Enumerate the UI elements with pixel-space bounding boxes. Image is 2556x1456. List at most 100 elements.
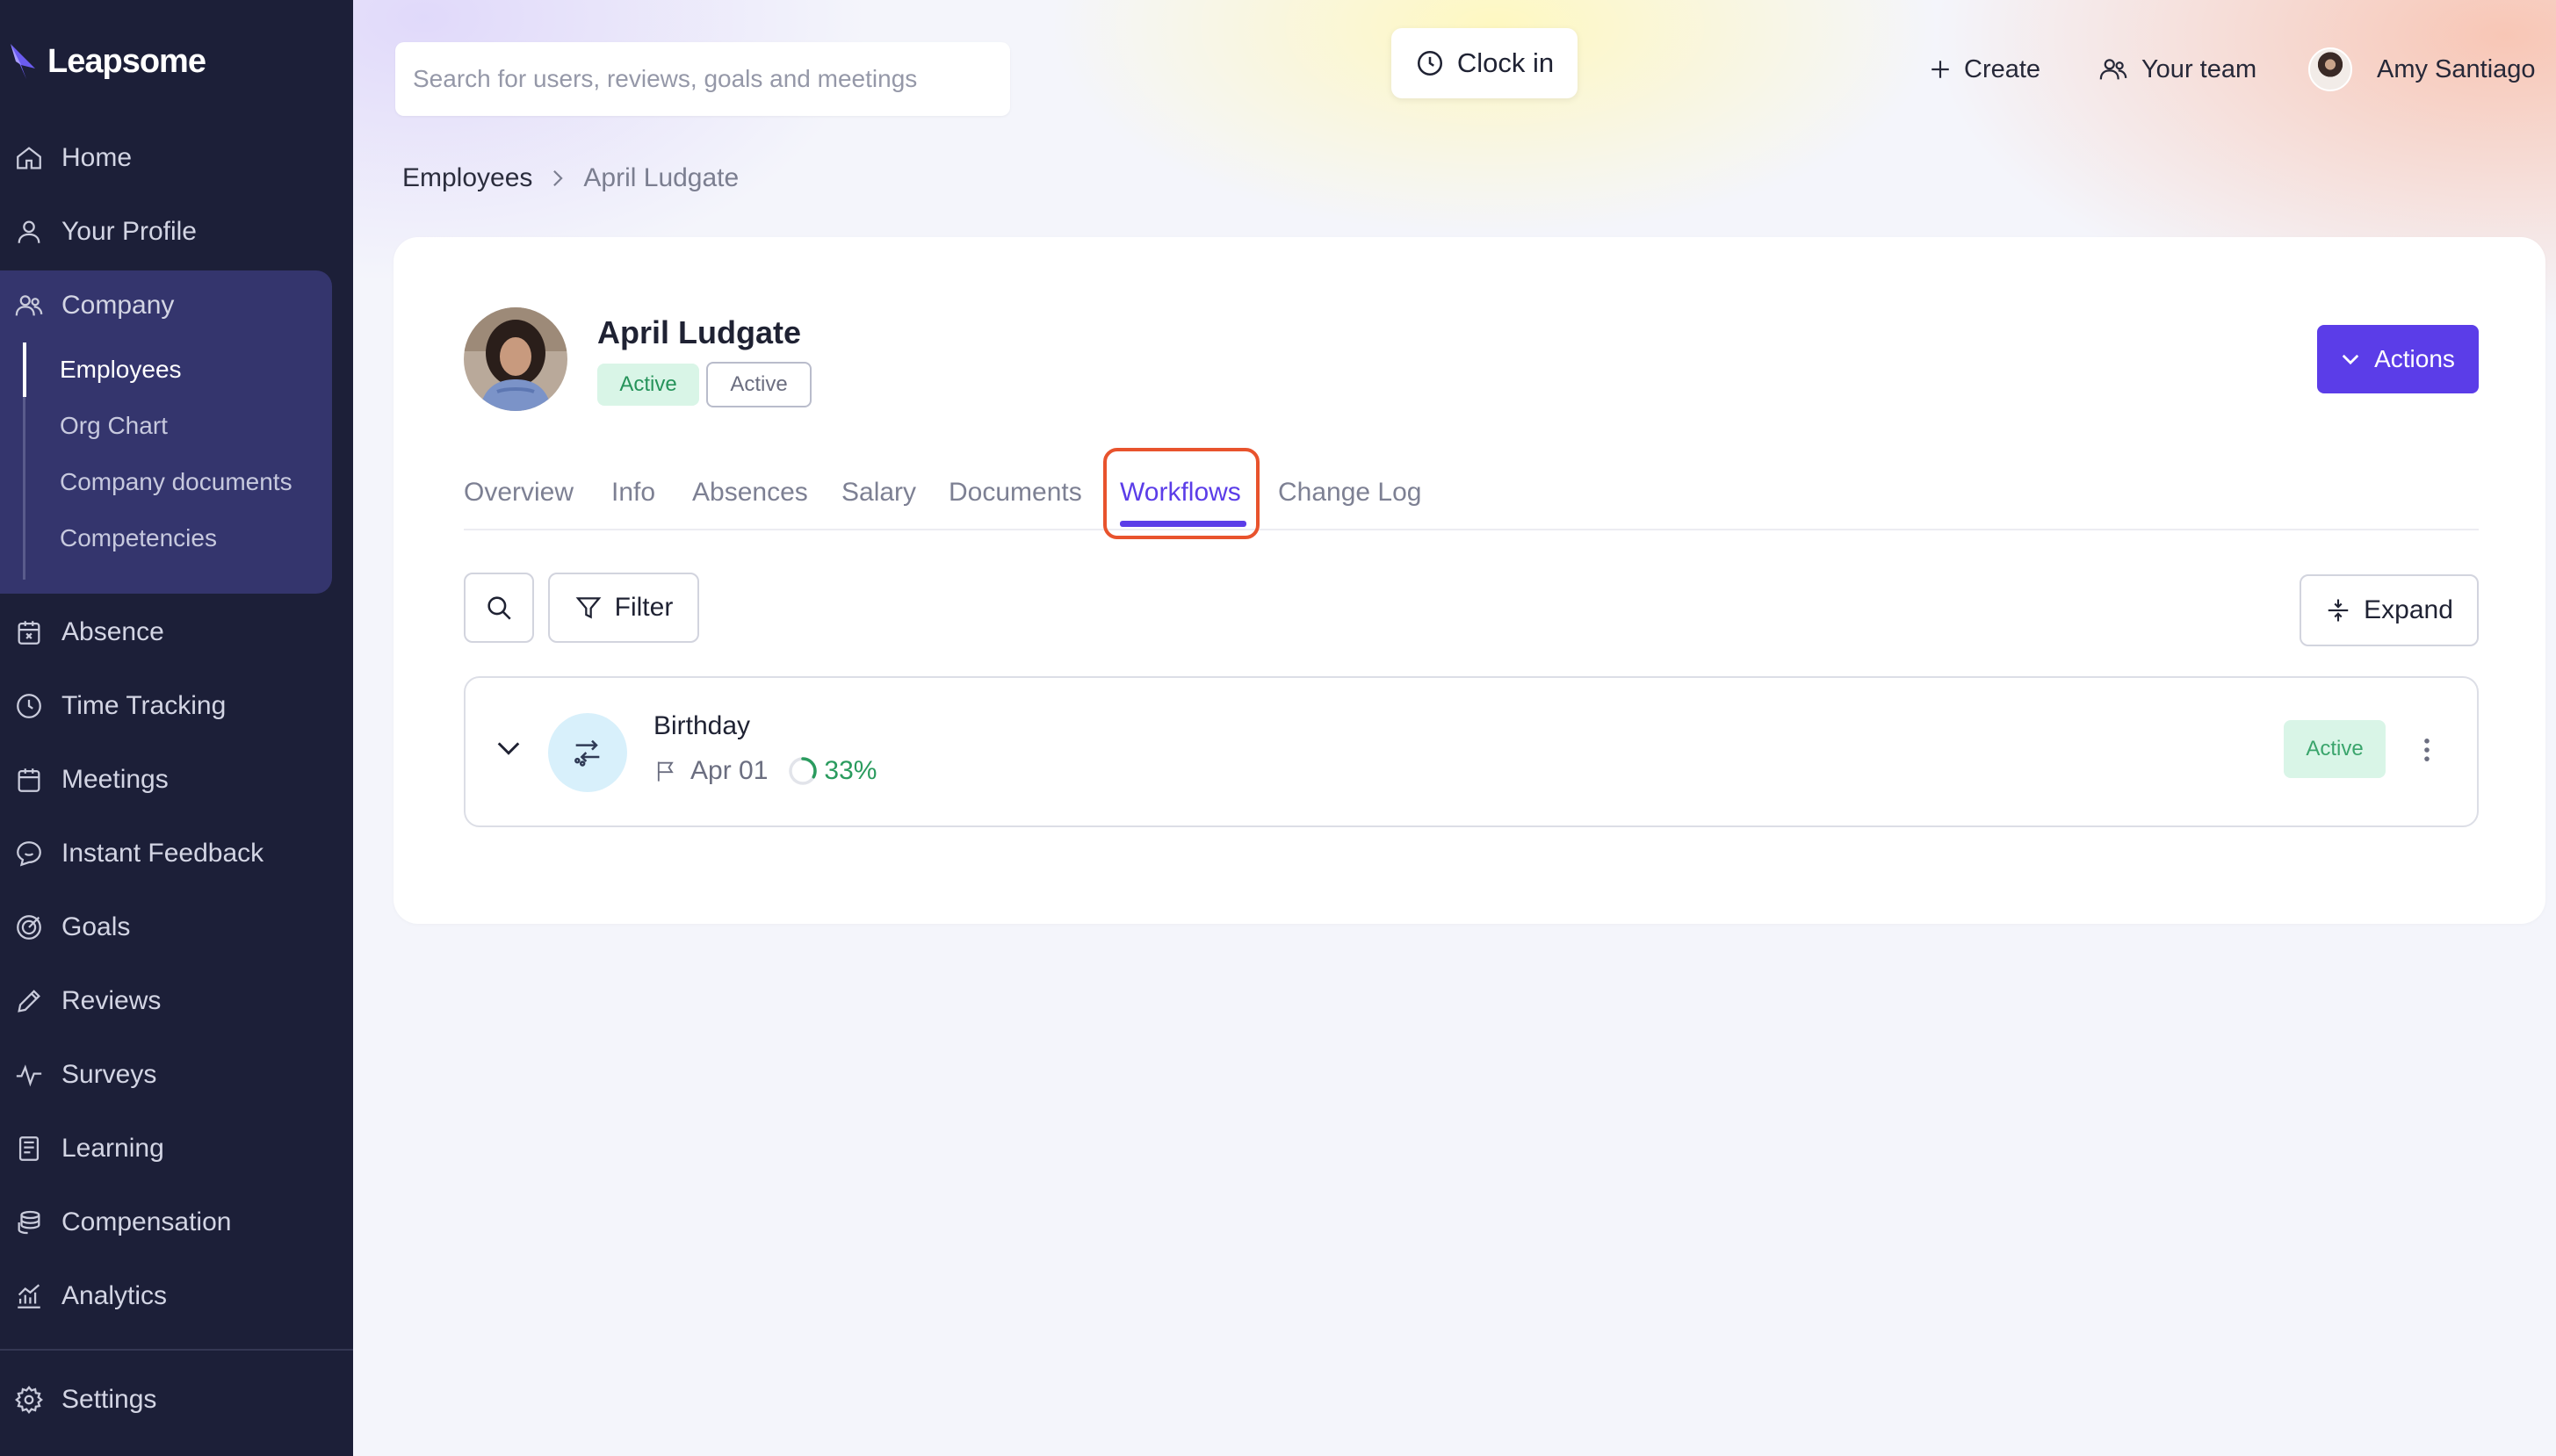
- breadcrumb: Employees April Ludgate: [402, 163, 739, 193]
- sidebar-item-label: Compensation: [61, 1207, 232, 1236]
- sidebar-subitem-employees[interactable]: Employees: [60, 342, 182, 397]
- leapsome-logo[interactable]: Leapsome: [9, 42, 206, 81]
- chevron-right-icon: [553, 169, 564, 187]
- analytics-icon: [18, 1284, 40, 1308]
- sidebar-item-surveys[interactable]: Surveys: [0, 1044, 334, 1106]
- tab-salary[interactable]: Salary: [841, 457, 916, 529]
- tab-info[interactable]: Info: [611, 457, 655, 529]
- sidebar-item-company[interactable]: Company: [0, 275, 334, 336]
- sidebar-item-goals[interactable]: Goals: [0, 897, 334, 958]
- clock-in-label: Clock in: [1456, 47, 1555, 78]
- sidebar-divider: [0, 1349, 353, 1351]
- your-team-button[interactable]: Your team: [2098, 47, 2256, 91]
- home-icon: [17, 147, 41, 169]
- sidebar-item-time-tracking[interactable]: Time Tracking: [0, 675, 334, 737]
- clock-in-button[interactable]: Clock in: [1391, 28, 1578, 98]
- flag-icon: [657, 761, 674, 782]
- sidebar-item-instant-feedback[interactable]: Instant Feedback: [0, 823, 334, 884]
- search-input[interactable]: [395, 42, 1010, 116]
- expand-button[interactable]: Expand: [2300, 574, 2479, 646]
- tab-absences[interactable]: Absences: [692, 457, 808, 529]
- breadcrumb-employees[interactable]: Employees: [402, 163, 532, 193]
- actions-label: Actions: [2374, 345, 2455, 372]
- logo-text: Leapsome: [47, 42, 206, 80]
- filter-label: Filter: [614, 593, 674, 622]
- users-icon: [15, 295, 43, 316]
- profile-name: April Ludgate: [597, 314, 801, 350]
- leapsome-logo-icon: [11, 44, 35, 79]
- workflow-icon: [548, 713, 627, 792]
- chevron-down-icon: [2342, 354, 2359, 365]
- sidebar-item-label: Settings: [61, 1385, 157, 1414]
- progress-ring: [789, 757, 818, 785]
- tab-change-log[interactable]: Change Log: [1278, 457, 1421, 529]
- avatar: [2308, 47, 2352, 91]
- sidebar-subitem-org-chart[interactable]: Org Chart: [60, 399, 168, 453]
- clock-icon: [1417, 50, 1442, 76]
- workflows-tab-highlight: [1103, 448, 1260, 539]
- more-options-button[interactable]: [2414, 731, 2440, 769]
- filter-button[interactable]: Filter: [548, 573, 699, 643]
- pencil-icon: [18, 990, 40, 1013]
- search-button[interactable]: [464, 573, 534, 643]
- create-label: Create: [1964, 54, 2041, 83]
- sidebar-item-label: Home: [61, 143, 133, 172]
- sidebar-subitem-company-documents[interactable]: Company documents: [60, 455, 292, 509]
- chevron-down-icon[interactable]: [495, 739, 522, 757]
- chat-smile-icon: [17, 841, 41, 867]
- profile-tabs: Overview Info Absences Salary Documents …: [464, 457, 2479, 530]
- sidebar-item-meetings[interactable]: Meetings: [0, 749, 334, 811]
- sidebar-item-compensation[interactable]: Compensation: [0, 1192, 334, 1253]
- user-name: Amy Santiago: [2377, 54, 2536, 83]
- clock-icon: [17, 694, 41, 718]
- calendar-icon: [18, 768, 40, 792]
- profile-avatar: [464, 307, 567, 411]
- your-team-label: Your team: [2141, 54, 2257, 83]
- expand-vertical-icon: [2328, 599, 2349, 622]
- search-icon: [487, 596, 511, 620]
- status-badge-outline: Active: [706, 362, 812, 407]
- sidebar-item-label: Reviews: [61, 986, 162, 1015]
- kebab-menu-icon: [2424, 739, 2430, 761]
- filter-icon: [575, 597, 602, 619]
- coins-icon: [18, 1210, 40, 1235]
- sidebar-item-absence[interactable]: Absence: [0, 602, 334, 663]
- sidebar-item-label: Company: [61, 291, 175, 320]
- sidebar-item-label: Surveys: [61, 1060, 157, 1089]
- submenu-active-indicator: [23, 342, 26, 397]
- actions-button[interactable]: Actions: [2317, 325, 2479, 393]
- expand-label: Expand: [2364, 595, 2453, 624]
- sidebar-item-reviews[interactable]: Reviews: [0, 970, 334, 1032]
- sidebar-item-settings[interactable]: Settings: [0, 1369, 334, 1431]
- sidebar-item-label: Learning: [61, 1134, 164, 1163]
- sidebar-item-home[interactable]: Home: [0, 127, 334, 189]
- workflow-title: Birthday: [653, 711, 751, 740]
- sidebar-item-label: Goals: [61, 912, 131, 941]
- workflow-progress: 33%: [824, 756, 877, 785]
- sidebar-item-label: Your Profile: [61, 217, 197, 246]
- sidebar-item-label: Time Tracking: [61, 691, 227, 720]
- tab-documents[interactable]: Documents: [949, 457, 1082, 529]
- pulse-icon: [16, 1064, 42, 1087]
- user-menu[interactable]: Amy Santiago: [2308, 47, 2536, 91]
- users-icon: [2099, 59, 2127, 80]
- gear-icon: [15, 1386, 43, 1414]
- workflow-arrows-icon: [574, 739, 600, 767]
- sidebar-item-label: Meetings: [61, 765, 169, 794]
- sidebar-item-your-profile[interactable]: Your Profile: [0, 201, 334, 263]
- workflow-date: Apr 01: [690, 756, 769, 785]
- tab-overview[interactable]: Overview: [464, 457, 574, 529]
- create-button[interactable]: Create: [1929, 47, 2040, 91]
- sidebar-subitem-competencies[interactable]: Competencies: [60, 511, 217, 566]
- calendar-x-icon: [18, 621, 40, 645]
- user-icon: [18, 220, 40, 243]
- workflow-row[interactable]: Birthday Apr 01 33% Active: [464, 676, 2479, 827]
- sidebar-item-learning[interactable]: Learning: [0, 1118, 334, 1179]
- workflow-status-badge: Active: [2284, 720, 2386, 778]
- employee-card: April Ludgate Active Active Actions Over…: [394, 237, 2545, 924]
- plus-icon: [1931, 61, 1949, 78]
- book-icon: [18, 1136, 40, 1161]
- sidebar-item-label: Instant Feedback: [61, 839, 264, 868]
- sidebar-item-label: Absence: [61, 617, 164, 646]
- sidebar-item-analytics[interactable]: Analytics: [0, 1265, 334, 1327]
